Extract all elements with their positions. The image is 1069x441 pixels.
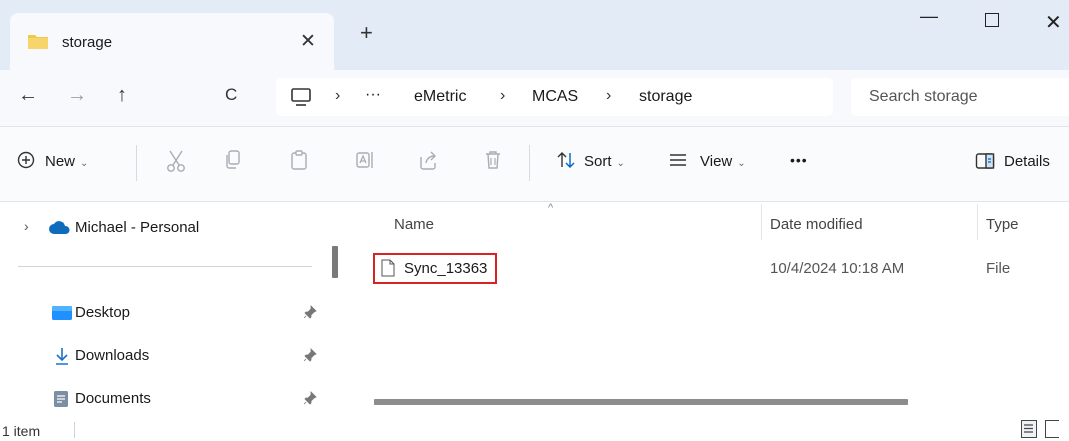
- breadcrumb-overflow-button[interactable]: ···: [365, 86, 381, 104]
- breadcrumb-separator: ›: [606, 87, 612, 104]
- file-list: ^ Name Date modified Type Sync_13363 10/…: [346, 202, 1069, 418]
- column-header-date-modified[interactable]: Date modified: [770, 216, 863, 233]
- pin-icon[interactable]: [303, 305, 317, 324]
- pin-icon[interactable]: [303, 391, 317, 410]
- documents-icon: [53, 390, 69, 413]
- back-button[interactable]: ←: [18, 84, 38, 107]
- details-pane-icon[interactable]: [975, 152, 995, 175]
- up-button[interactable]: ↑: [117, 84, 127, 107]
- forward-button[interactable]: →: [67, 84, 87, 107]
- cut-icon[interactable]: [166, 149, 186, 178]
- tiles-view-toggle-icon[interactable]: [1045, 420, 1059, 438]
- add-circle-icon[interactable]: [17, 151, 35, 174]
- view-button[interactable]: View ⌄: [700, 153, 746, 170]
- chevron-down-icon: ⌄: [80, 158, 89, 169]
- more-options-button[interactable]: •••: [790, 152, 808, 168]
- chevron-down-icon: ⌄: [616, 158, 625, 169]
- sidebar-item-label: Downloads: [75, 347, 150, 364]
- sidebar-item-label: Desktop: [75, 304, 131, 321]
- copy-icon[interactable]: [224, 149, 242, 176]
- sidebar-scrollbar-thumb[interactable]: [332, 246, 338, 278]
- column-divider[interactable]: [761, 204, 762, 240]
- search-input[interactable]: Search storage: [869, 88, 978, 106]
- command-bar: New ⌄ Sort ⌄ View ⌄ ••• Details: [0, 127, 1069, 202]
- divider: [18, 266, 312, 267]
- divider: [529, 145, 530, 181]
- sort-button-label: Sort: [584, 153, 612, 170]
- delete-icon[interactable]: [484, 149, 502, 176]
- breadcrumb-separator: ›: [335, 87, 341, 104]
- horizontal-scrollbar-thumb[interactable]: [374, 399, 908, 405]
- new-tab-button[interactable]: +: [360, 22, 373, 44]
- chevron-down-icon: ⌄: [737, 158, 746, 169]
- breadcrumb-emetric[interactable]: eMetric: [414, 88, 466, 106]
- search-box[interactable]: Search storage: [851, 78, 1069, 116]
- file-name[interactable]: Sync_13363: [404, 260, 487, 277]
- details-view-toggle-icon[interactable]: [1021, 420, 1037, 438]
- tab-storage[interactable]: storage ✕: [10, 13, 334, 70]
- refresh-button[interactable]: C: [225, 85, 237, 105]
- table-row[interactable]: Sync_13363 10/4/2024 10:18 AM File: [370, 250, 1069, 286]
- status-bar: 1 item: [0, 418, 1069, 441]
- cloud-icon: [48, 221, 72, 240]
- paste-icon[interactable]: [290, 149, 308, 176]
- close-window-button[interactable]: ✕: [1045, 10, 1062, 35]
- minimize-button[interactable]: —: [920, 6, 938, 27]
- column-divider[interactable]: [977, 204, 978, 240]
- new-button-label: New: [45, 153, 76, 170]
- navigation-pane: › Michael - Personal Desktop Downloads D…: [0, 202, 346, 418]
- title-bar: storage ✕ + — ✕: [0, 0, 1069, 70]
- sidebar-item-desktop[interactable]: Desktop: [0, 295, 320, 331]
- view-lines-icon[interactable]: [668, 152, 688, 173]
- maximize-button[interactable]: [985, 13, 999, 27]
- sidebar-item-onedrive[interactable]: › Michael - Personal: [0, 210, 320, 246]
- sort-icon[interactable]: [556, 149, 576, 176]
- share-icon[interactable]: [418, 149, 438, 176]
- view-button-label: View: [700, 153, 733, 170]
- file-icon: [381, 259, 395, 282]
- folder-icon: [27, 32, 49, 55]
- chevron-right-icon[interactable]: ›: [24, 218, 29, 234]
- sort-button[interactable]: Sort ⌄: [584, 153, 625, 170]
- file-type: File: [986, 260, 1011, 277]
- desktop-icon: [52, 305, 72, 326]
- divider: [136, 145, 137, 181]
- pin-icon[interactable]: [303, 348, 317, 367]
- item-count: 1 item: [2, 423, 41, 439]
- file-date-modified: 10/4/2024 10:18 AM: [770, 260, 905, 277]
- sidebar-item-documents[interactable]: Documents: [0, 381, 320, 417]
- sidebar-item-label: Michael - Personal: [75, 219, 200, 236]
- breadcrumb-mcas[interactable]: MCAS: [532, 88, 578, 106]
- new-button[interactable]: New ⌄: [45, 153, 88, 170]
- details-button[interactable]: Details: [1004, 153, 1050, 170]
- breadcrumb-storage[interactable]: storage: [639, 88, 692, 106]
- address-bar[interactable]: › ··· eMetric › MCAS › storage: [276, 78, 833, 116]
- sidebar-item-label: Documents: [75, 390, 151, 407]
- rename-icon[interactable]: [355, 149, 375, 176]
- column-header-type[interactable]: Type: [986, 216, 1019, 233]
- navigation-row: ← → ↑ C › ··· eMetric › MCAS › storage S…: [0, 70, 1069, 127]
- sort-ascending-indicator: ^: [548, 202, 554, 214]
- breadcrumb-separator: ›: [500, 87, 506, 104]
- this-pc-icon: [290, 87, 312, 112]
- tab-close-icon[interactable]: ✕: [300, 30, 316, 53]
- download-icon: [54, 346, 70, 371]
- divider: [74, 422, 75, 438]
- sidebar-item-downloads[interactable]: Downloads: [0, 338, 320, 374]
- tab-title: storage: [62, 34, 113, 51]
- column-header-name[interactable]: Name: [394, 216, 434, 233]
